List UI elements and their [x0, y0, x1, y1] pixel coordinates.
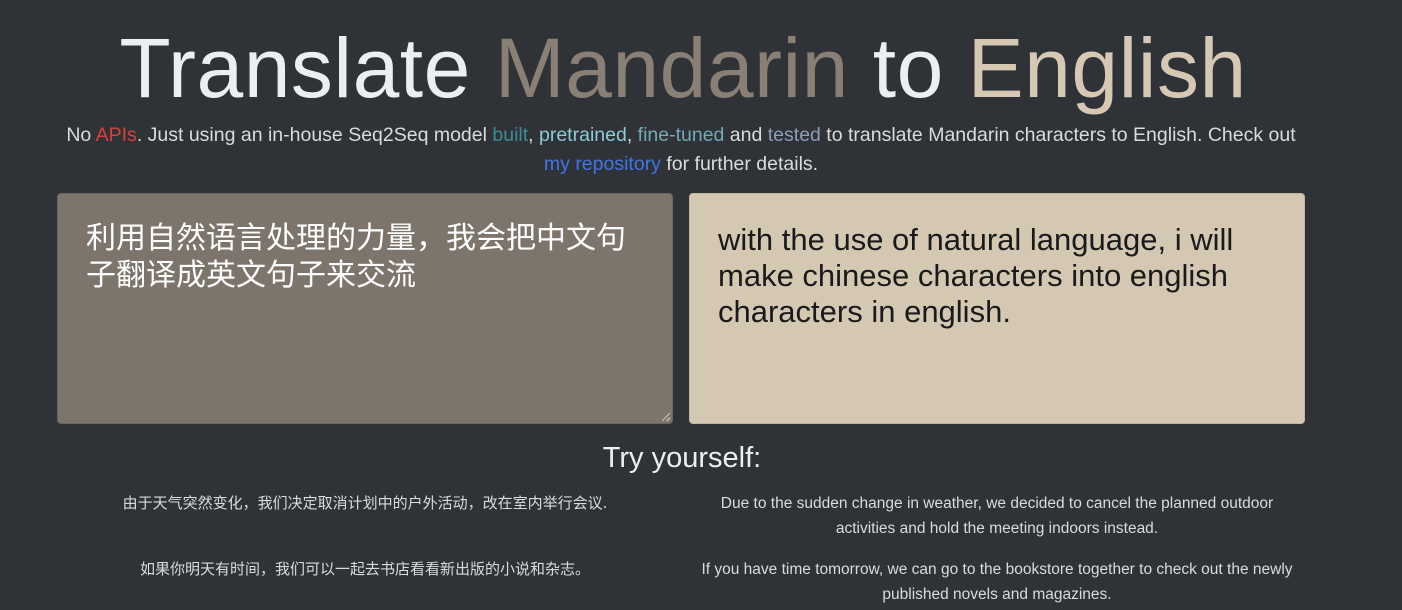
- resize-handle-icon[interactable]: [662, 413, 670, 421]
- example-mandarin-sentence[interactable]: 如果你明天有时间，我们可以一起去书店看看新出版的小说和杂志。: [57, 557, 673, 582]
- fine-tuned-link[interactable]: fine-tuned: [638, 124, 725, 146]
- english-output-panel: with the use of natural language, i will…: [689, 193, 1305, 424]
- intro-text-part: for further details.: [660, 153, 819, 175]
- mandarin-input-textarea[interactable]: 利用自然语言处理的力量，我会把中文句子翻译成英文句子来交流: [57, 193, 673, 424]
- intro-text-part: to translate Mandarin characters to Engl…: [820, 124, 1296, 146]
- title-word-source-language: Mandarin: [494, 21, 849, 115]
- intro-text-part: ,: [528, 124, 539, 146]
- tested-link[interactable]: tested: [768, 124, 821, 146]
- try-yourself-heading: Try yourself:: [602, 442, 762, 474]
- mandarin-input-value[interactable]: 利用自然语言处理的力量，我会把中文句子翻译成英文句子来交流: [86, 220, 654, 294]
- title-word-target-language: English: [967, 21, 1247, 115]
- intro-text: No APIs. Just using an in-house Seq2Seq …: [60, 121, 1302, 179]
- example-english-translation: Due to the sudden change in weather, we …: [720, 495, 1274, 537]
- built-link[interactable]: built: [492, 124, 528, 146]
- intro-text-part: . Just using an in-house Seq2Seq model: [136, 124, 493, 146]
- intro-text-part: No: [66, 124, 96, 146]
- example-mandarin-sentence[interactable]: 由于天气突然变化，我们决定取消计划中的户外活动，改在室内举行会议.: [57, 491, 673, 516]
- title-word-translate: Translate: [119, 21, 471, 115]
- intro-text-part: ,: [626, 124, 638, 146]
- page: Translate Mandarin to English No APIs. J…: [0, 0, 1402, 610]
- apis-link[interactable]: APIs: [96, 124, 137, 146]
- repository-link[interactable]: my repository: [544, 153, 661, 175]
- example-english-translation: If you have time tomorrow, we can go to …: [701, 561, 1293, 603]
- title-word-to: to: [872, 21, 944, 115]
- english-output-value: with the use of natural language, i will…: [718, 222, 1234, 329]
- intro-text-part: and: [724, 124, 768, 146]
- pretrained-link[interactable]: pretrained: [539, 124, 627, 146]
- page-title: Translate Mandarin to English: [0, 18, 1366, 118]
